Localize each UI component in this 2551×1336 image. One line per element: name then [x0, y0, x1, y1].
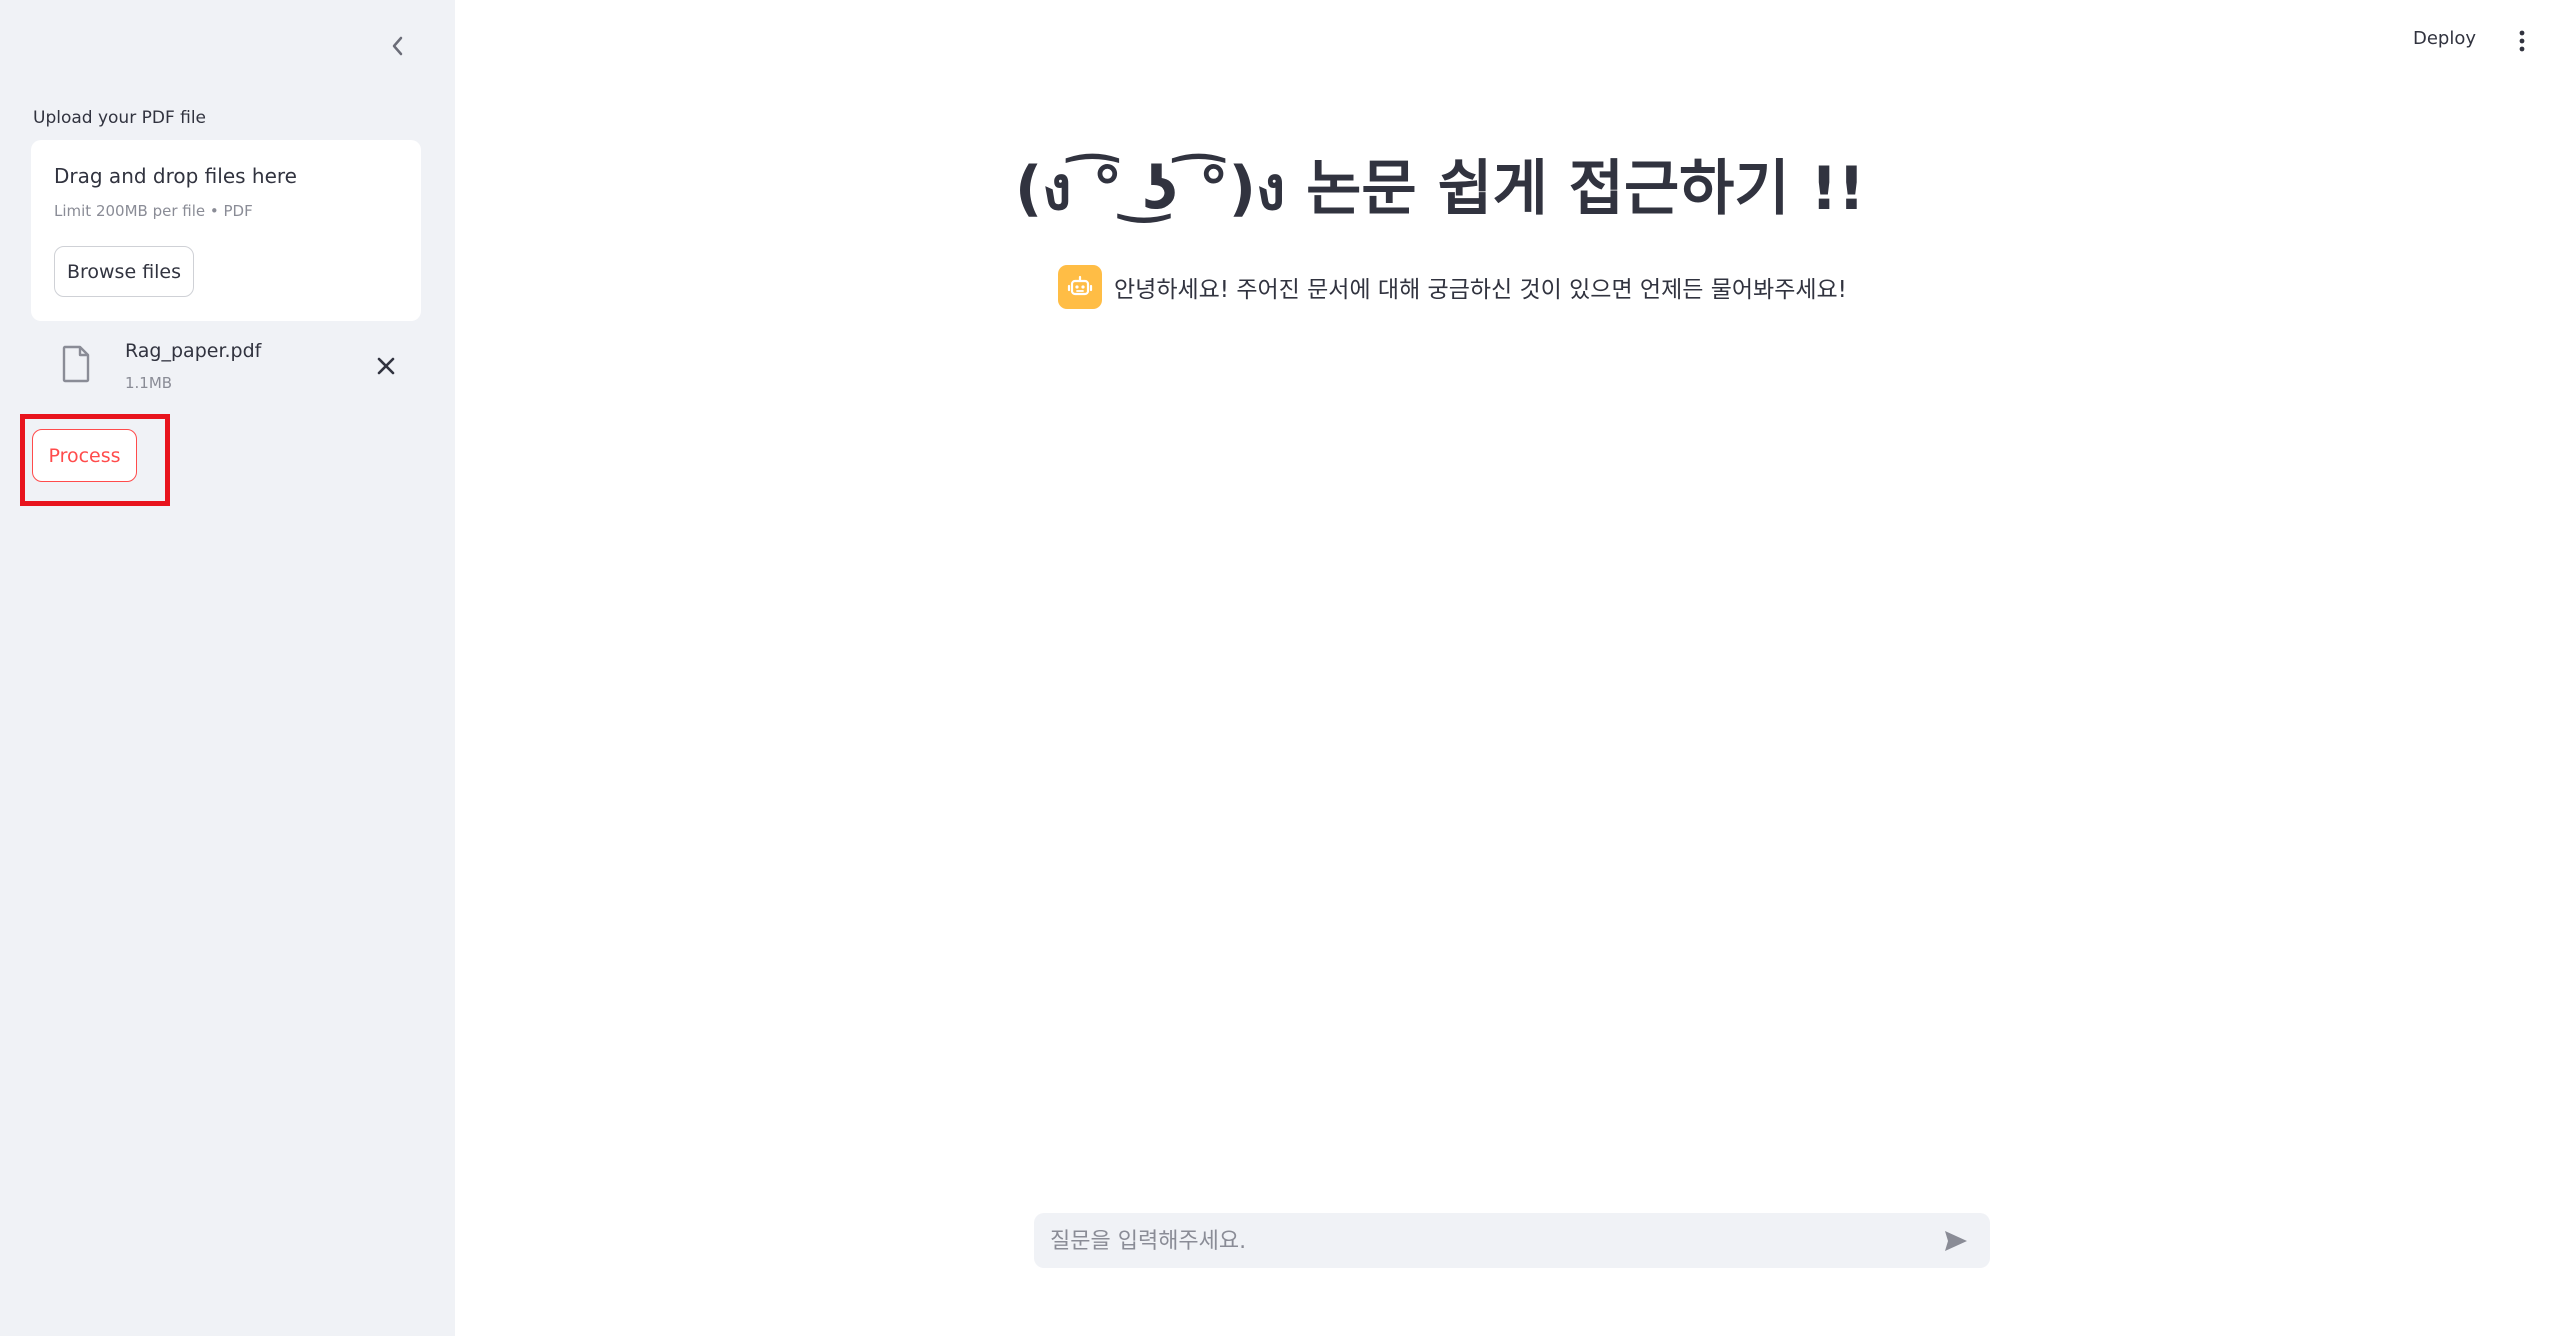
streamlit-app: Upload your PDF file Drag and drop files… [0, 0, 2551, 1336]
deploy-button[interactable]: Deploy [2413, 28, 2476, 49]
chat-input[interactable] [1048, 1213, 1932, 1270]
send-icon [1945, 1231, 1967, 1251]
file-size: 1.1MB [125, 374, 173, 392]
assistant-avatar [1058, 265, 1102, 309]
main-menu-button[interactable] [2510, 26, 2534, 56]
file-icon [61, 345, 91, 387]
remove-file-button[interactable] [371, 351, 401, 381]
upload-label: Upload your PDF file [33, 108, 207, 128]
page-title: (ง ͡° ͜ʖ ͡°)ง 논문 쉽게 접근하기 !! [1014, 154, 1866, 224]
chat-input-container [1034, 1213, 1990, 1270]
sidebar: Upload your PDF file Drag and drop files… [0, 0, 455, 1336]
collapse-sidebar-button[interactable] [380, 28, 416, 64]
uploaded-file-item: Rag_paper.pdf 1.1MB [31, 335, 421, 399]
browse-files-button[interactable]: Browse files [54, 246, 194, 297]
dropzone-title: Drag and drop files here [54, 164, 297, 188]
dropzone-limit: Limit 200MB per file • PDF [54, 202, 253, 220]
assistant-chat-message: 안녕하세요! 주어진 문서에 대해 궁금하신 것이 있으면 언제든 물어봐주세요… [1058, 265, 1847, 309]
assistant-message-text: 안녕하세요! 주어진 문서에 대해 궁금하신 것이 있으면 언제든 물어봐주세요… [1114, 277, 1847, 303]
send-button[interactable] [1938, 1223, 1974, 1259]
kebab-menu-icon [2519, 30, 2525, 52]
chevron-left-icon [392, 36, 403, 56]
close-icon [377, 357, 395, 375]
file-name: Rag_paper.pdf [125, 340, 262, 362]
process-button[interactable]: Process [32, 429, 137, 482]
robot-icon [1067, 275, 1093, 296]
file-dropzone[interactable]: Drag and drop files here Limit 200MB per… [31, 140, 421, 321]
